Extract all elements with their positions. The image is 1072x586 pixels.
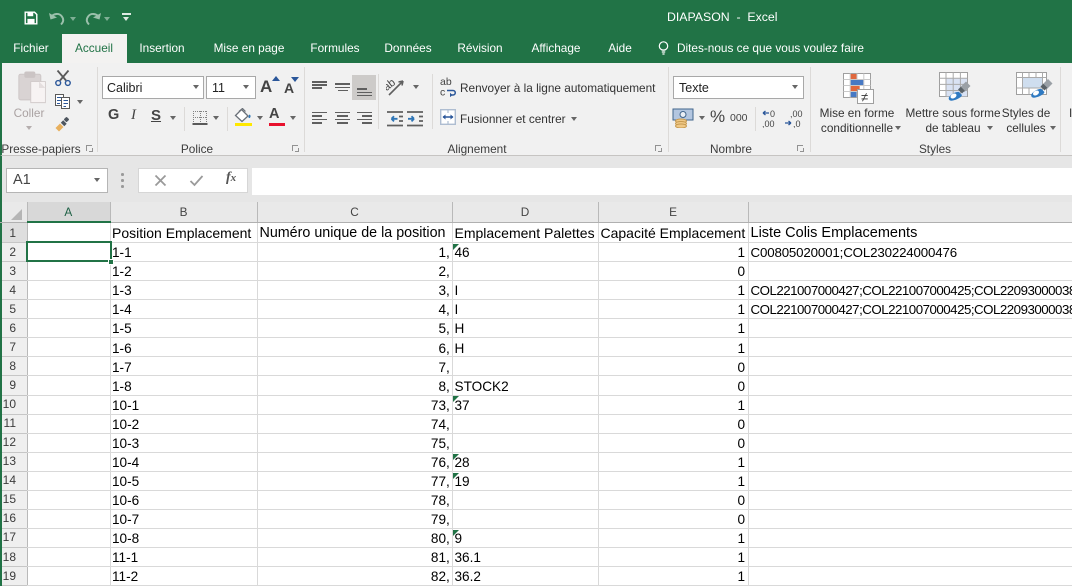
svg-text:0: 0 [770,109,775,119]
svg-text:≠: ≠ [861,89,868,104]
svg-text:,00: ,00 [762,119,775,128]
svg-text:c: c [440,87,445,98]
